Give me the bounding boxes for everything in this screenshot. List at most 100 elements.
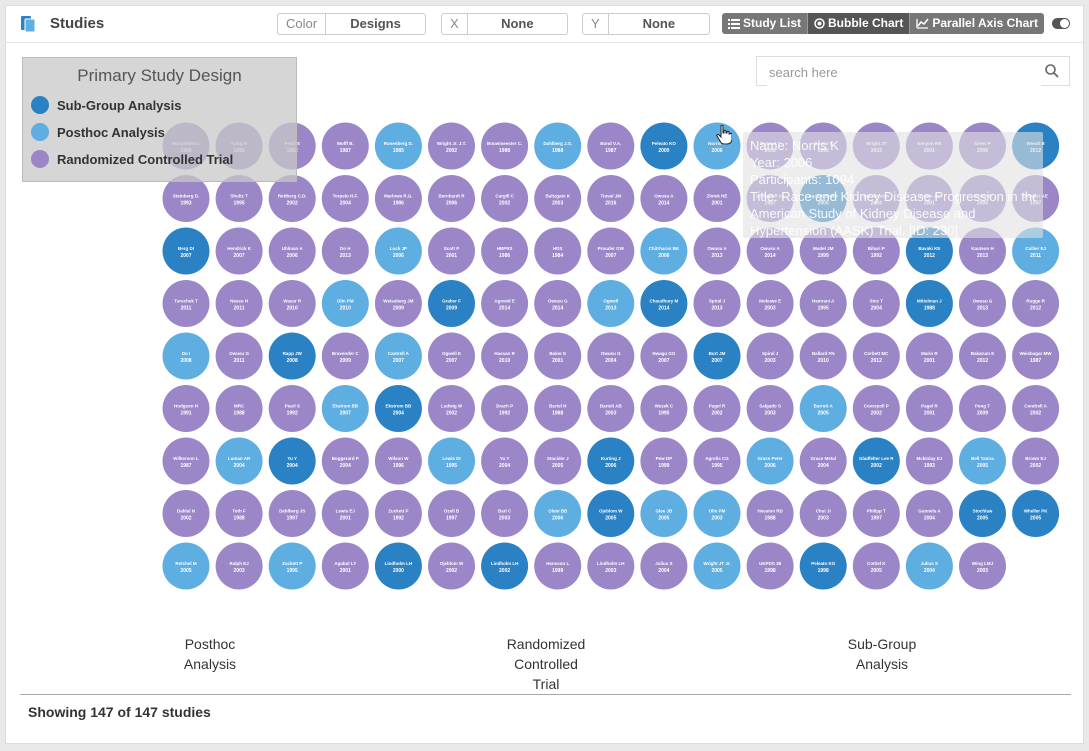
bubble-circle[interactable] — [852, 542, 900, 590]
legend-item-rct[interactable]: Randomized Controlled Trial — [31, 150, 233, 168]
bubble-circle[interactable] — [481, 175, 529, 222]
bubble-circle[interactable] — [693, 542, 741, 590]
bubble-circle[interactable] — [746, 280, 794, 327]
study-bubble[interactable]: Ojeblom W 2002 — [428, 542, 475, 590]
study-bubble[interactable]: Grace Metal 2004 — [799, 437, 847, 485]
study-bubble[interactable]: Wright JT Jr. 2005 — [693, 542, 741, 590]
study-bubble[interactable]: Prouder GW 2007 — [587, 227, 635, 275]
study-bubble[interactable]: Lewis EJ 2001 — [321, 490, 369, 537]
study-bubble[interactable]: Peleato KO 1998 — [799, 542, 847, 590]
bubble-circle[interactable] — [587, 437, 635, 485]
study-bubble[interactable]: Ekstrom BB 2004 — [374, 385, 422, 432]
bubble-circle[interactable] — [534, 490, 582, 537]
study-bubble[interactable]: Zlotek NE 2001 — [693, 175, 741, 222]
bubble-circle[interactable] — [534, 122, 582, 170]
bubble-circle[interactable] — [640, 542, 688, 590]
bubble-circle[interactable] — [852, 490, 900, 537]
bubble-circle[interactable] — [959, 542, 1006, 590]
study-bubble[interactable]: Ekstrom BB 2007 — [321, 385, 369, 432]
bubble-circle[interactable] — [799, 490, 847, 537]
bubble-circle[interactable] — [587, 122, 635, 170]
bubble-circle[interactable] — [640, 227, 688, 275]
study-bubble[interactable]: Lewis DI 1995 — [428, 437, 475, 485]
study-bubble[interactable]: Lindholm LH 2002 — [481, 542, 529, 590]
bubble-circle[interactable] — [640, 490, 688, 537]
bubble-circle[interactable] — [268, 175, 316, 222]
study-bubble[interactable]: Lindholm LH 2003 — [587, 542, 635, 590]
study-bubble[interactable]: Agabul LY 2001 — [321, 542, 369, 590]
bubble-circle[interactable] — [321, 332, 369, 380]
bubble-circle[interactable] — [959, 437, 1006, 485]
study-bubble[interactable]: Owusu G 2011 — [215, 332, 263, 380]
bubble-circle[interactable] — [587, 280, 635, 327]
bubble-circle[interactable] — [534, 385, 582, 432]
bubble-circle[interactable] — [799, 280, 847, 327]
bubble-circle[interactable] — [268, 227, 316, 275]
study-bubble[interactable]: Ojeblom W 2005 — [587, 490, 635, 537]
bubble-circle[interactable] — [374, 490, 422, 537]
bubble-circle[interactable] — [215, 437, 263, 485]
study-bubble[interactable]: Peng T 2009 — [959, 385, 1006, 432]
study-bubble[interactable]: HBPRS 1986 — [481, 227, 529, 275]
study-bubble[interactable]: Peleato KO 2000 — [640, 122, 688, 170]
study-bubble[interactable]: Owusu A 2014 — [640, 175, 688, 222]
bubble-circle[interactable] — [852, 437, 900, 485]
bubble-circle[interactable] — [428, 490, 475, 537]
bubble-circle[interactable] — [321, 227, 369, 275]
study-bubble[interactable]: Chaudhury M 2014 — [640, 280, 688, 327]
bubble-circle[interactable] — [268, 542, 316, 590]
bubble-circle[interactable] — [162, 227, 210, 275]
bubble-circle[interactable] — [905, 437, 953, 485]
study-bubble[interactable]: Ludwig W 2002 — [428, 385, 475, 432]
bubble-circle[interactable] — [746, 332, 794, 380]
study-bubble[interactable]: Wezek C 1995 — [640, 385, 688, 432]
bubble-circle[interactable] — [374, 280, 422, 327]
study-bubble[interactable]: Owusu G 2014 — [534, 280, 582, 327]
study-bubble[interactable]: Bernhardt R 2006 — [428, 175, 475, 222]
study-bubble[interactable]: Marin R 2001 — [905, 332, 953, 380]
study-bubble[interactable]: Hendrick K 2007 — [215, 227, 263, 275]
bubble-circle[interactable] — [268, 332, 316, 380]
bubble-circle[interactable] — [1012, 490, 1060, 537]
study-bubble[interactable]: Steinberg D. 1993 — [162, 175, 210, 222]
study-bubble[interactable]: Rettberg C.D. 2002 — [268, 175, 316, 222]
study-bubble[interactable]: Mokuwe E 2003 — [746, 280, 794, 327]
study-bubble[interactable]: Olani BB 2006 — [534, 490, 582, 537]
study-bubble[interactable]: HDS 1984 — [534, 227, 582, 275]
study-bubble[interactable]: Hassan R 2010 — [481, 332, 529, 380]
study-bubble[interactable]: Ralph EJ 2003 — [215, 542, 263, 590]
study-bubble[interactable]: Chitrharan BK 2006 — [640, 227, 688, 275]
study-bubble[interactable]: Shultz T 1995 — [215, 175, 263, 222]
bubble-circle[interactable] — [852, 332, 900, 380]
study-bubble[interactable]: Agrolis CG 1995 — [693, 437, 741, 485]
bubble-circle[interactable] — [746, 490, 794, 537]
bubble-circle[interactable] — [852, 280, 900, 327]
bubble-circle[interactable] — [534, 332, 582, 380]
bubble-circle[interactable] — [215, 385, 263, 432]
bubble-circle[interactable] — [162, 490, 210, 537]
study-bubble[interactable]: Condrell A 2002 — [1012, 385, 1060, 432]
bubble-circle[interactable] — [481, 332, 529, 380]
bubble-circle[interactable] — [374, 175, 422, 222]
study-bubble[interactable]: Wilkerson L 1987 — [162, 437, 210, 485]
bubble-circle[interactable] — [215, 175, 263, 222]
study-bubble[interactable]: Ogwell E 2007 — [428, 332, 475, 380]
study-bubble[interactable]: Nesso H 2011 — [215, 280, 263, 327]
study-bubble[interactable]: Julius S 2004 — [905, 542, 953, 590]
bubble-circle[interactable] — [162, 175, 210, 222]
bubble-circle[interactable] — [693, 280, 741, 327]
bubble-circle[interactable] — [428, 280, 475, 327]
study-bubble[interactable]: Marlowe R.G. 1986 — [374, 175, 422, 222]
bubble-circle[interactable] — [1012, 332, 1060, 380]
bubble-circle[interactable] — [481, 227, 529, 275]
study-bubble[interactable]: Coverpoll P 2002 — [852, 385, 900, 432]
study-bubble[interactable]: Glee JB 2005 — [640, 490, 688, 537]
bubble-circle[interactable] — [481, 385, 529, 432]
bubble-circle[interactable] — [162, 437, 210, 485]
bubble-circle[interactable] — [640, 122, 688, 170]
bubble-circle[interactable] — [162, 542, 210, 590]
study-bubble[interactable]: Cantrell A 2007 — [374, 332, 422, 380]
study-bubble[interactable]: Agowid E 2014 — [481, 280, 529, 327]
bubble-circle[interactable] — [1012, 437, 1060, 485]
bubble-circle[interactable] — [374, 542, 422, 590]
